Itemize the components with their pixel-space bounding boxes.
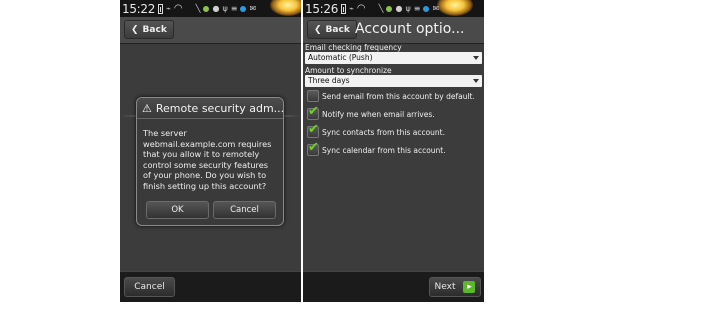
left-screen: 15:22 ⌁ ◠ ╲ ● ψ ≡ ✉ ❮ Back ⚠ Remote secu… xyxy=(120,0,301,302)
battery-icon xyxy=(341,3,347,14)
dropdown-arrow-icon xyxy=(473,79,479,83)
weather-icon xyxy=(270,0,301,16)
dialog-line: control some security features xyxy=(143,159,268,170)
dropdown-arrow-icon xyxy=(473,56,479,60)
check-icon: ✔ xyxy=(308,104,319,119)
next-button[interactable]: Next ▸ xyxy=(429,277,481,297)
next-label: Next xyxy=(434,282,456,292)
dialog-line: of your phone. Do you wish to xyxy=(143,170,267,180)
option-sync-contacts[interactable]: ✔ Sync contacts from this account. xyxy=(303,122,484,141)
back-label: Back xyxy=(325,24,350,35)
signal-icon: ╲ xyxy=(378,4,384,13)
usb-debug-icon: ψ xyxy=(405,4,411,13)
dialog-line: finish setting up this account? xyxy=(143,180,267,191)
battery-icon xyxy=(158,3,164,14)
checkbox-sync-calendar[interactable]: ✔ xyxy=(307,140,319,156)
notification-icon-2: ● xyxy=(212,4,220,13)
status-bar: 15:22 ⌁ ◠ ╲ ● ψ ≡ ✉ xyxy=(120,0,301,17)
sync-icon xyxy=(240,5,247,12)
title-bar: ❮ Back xyxy=(120,17,301,44)
bottom-bar: Cancel xyxy=(120,271,301,302)
dialog-line: The server xyxy=(143,128,187,138)
wifi-icon: ◠ xyxy=(173,3,183,14)
plus-icon: ▸ xyxy=(463,281,476,293)
dialog-line: webmail.example.com requires xyxy=(143,138,272,149)
right-screen: 15:26 ⌁ ◠ ╲ ● ψ ≡ ✉ ❮ Back Account optio… xyxy=(303,0,484,302)
email-checking-label: Email checking frequency xyxy=(305,43,402,52)
back-button[interactable]: ❮ Back xyxy=(124,20,174,39)
check-icon: ✔ xyxy=(308,122,319,137)
sync-icon xyxy=(423,5,430,12)
status-bar: 15:26 ⌁ ◠ ╲ ● ψ ≡ ✉ xyxy=(303,0,484,17)
dialog-header: ⚠ Remote security adm... xyxy=(137,98,283,119)
status-time: 15:26 xyxy=(305,1,339,16)
mail-icon: ✉ xyxy=(249,4,257,13)
checkbox-send-default[interactable] xyxy=(307,90,319,102)
wifi-icon: ◠ xyxy=(356,3,366,14)
back-label: Back xyxy=(142,24,167,35)
option-label: Sync calendar from this account. xyxy=(322,145,446,155)
dialog-title: Remote security adm... xyxy=(155,101,283,115)
option-notify[interactable]: ✔ Notify me when email arrives. xyxy=(303,104,484,123)
notification-icon-2: ● xyxy=(395,4,403,13)
signal-icon: ╲ xyxy=(195,4,201,13)
usb-icon: ⌁ xyxy=(349,4,354,13)
status-time: 15:22 xyxy=(122,1,156,16)
dialog-line: that you allow it to remotely xyxy=(143,149,260,159)
option-send-default[interactable]: Send email from this account by default. xyxy=(303,87,484,105)
checkbox-notify[interactable]: ✔ xyxy=(307,104,319,120)
amount-label: Amount to synchronize xyxy=(305,66,392,75)
back-chevron-icon: ❮ xyxy=(314,24,322,35)
title-bar: ❮ Back Account optio... xyxy=(303,17,484,44)
usb-debug-icon: ψ xyxy=(222,4,228,13)
ok-button[interactable]: OK xyxy=(146,201,209,219)
bottom-bar: Next ▸ xyxy=(303,271,484,302)
checkbox-sync-contacts[interactable]: ✔ xyxy=(307,122,319,138)
option-label: Send email from this account by default. xyxy=(322,91,475,101)
email-checking-value: Automatic (Push) xyxy=(308,53,373,62)
weather-icon xyxy=(437,0,473,16)
notification-icon xyxy=(386,5,393,12)
amount-select[interactable]: Three days xyxy=(305,75,482,87)
cancel-button[interactable]: Cancel xyxy=(213,201,276,219)
check-icon: ✔ xyxy=(308,140,319,155)
warning-icon: ⚠ xyxy=(142,101,152,115)
notification-icon xyxy=(203,5,210,12)
option-label: Notify me when email arrives. xyxy=(322,109,435,119)
option-sync-calendar[interactable]: ✔ Sync calendar from this account. xyxy=(303,140,484,159)
remote-security-dialog: ⚠ Remote security adm... The server webm… xyxy=(136,97,284,226)
option-label: Sync contacts from this account. xyxy=(322,127,445,137)
usb-icon: ⌁ xyxy=(166,4,171,13)
amount-value: Three days xyxy=(308,76,350,85)
dialog-message: The server webmail.example.com requires … xyxy=(137,119,283,191)
back-chevron-icon: ❮ xyxy=(131,24,139,35)
back-button[interactable]: ❮ Back xyxy=(307,20,357,39)
alert-icon: ≡ xyxy=(230,4,238,13)
account-options-list: Email checking frequency Automatic (Push… xyxy=(303,43,484,159)
email-checking-select[interactable]: Automatic (Push) xyxy=(305,52,482,64)
page-title: Account optio... xyxy=(355,21,465,37)
alert-icon: ≡ xyxy=(413,4,421,13)
bottom-cancel-button[interactable]: Cancel xyxy=(124,277,175,297)
